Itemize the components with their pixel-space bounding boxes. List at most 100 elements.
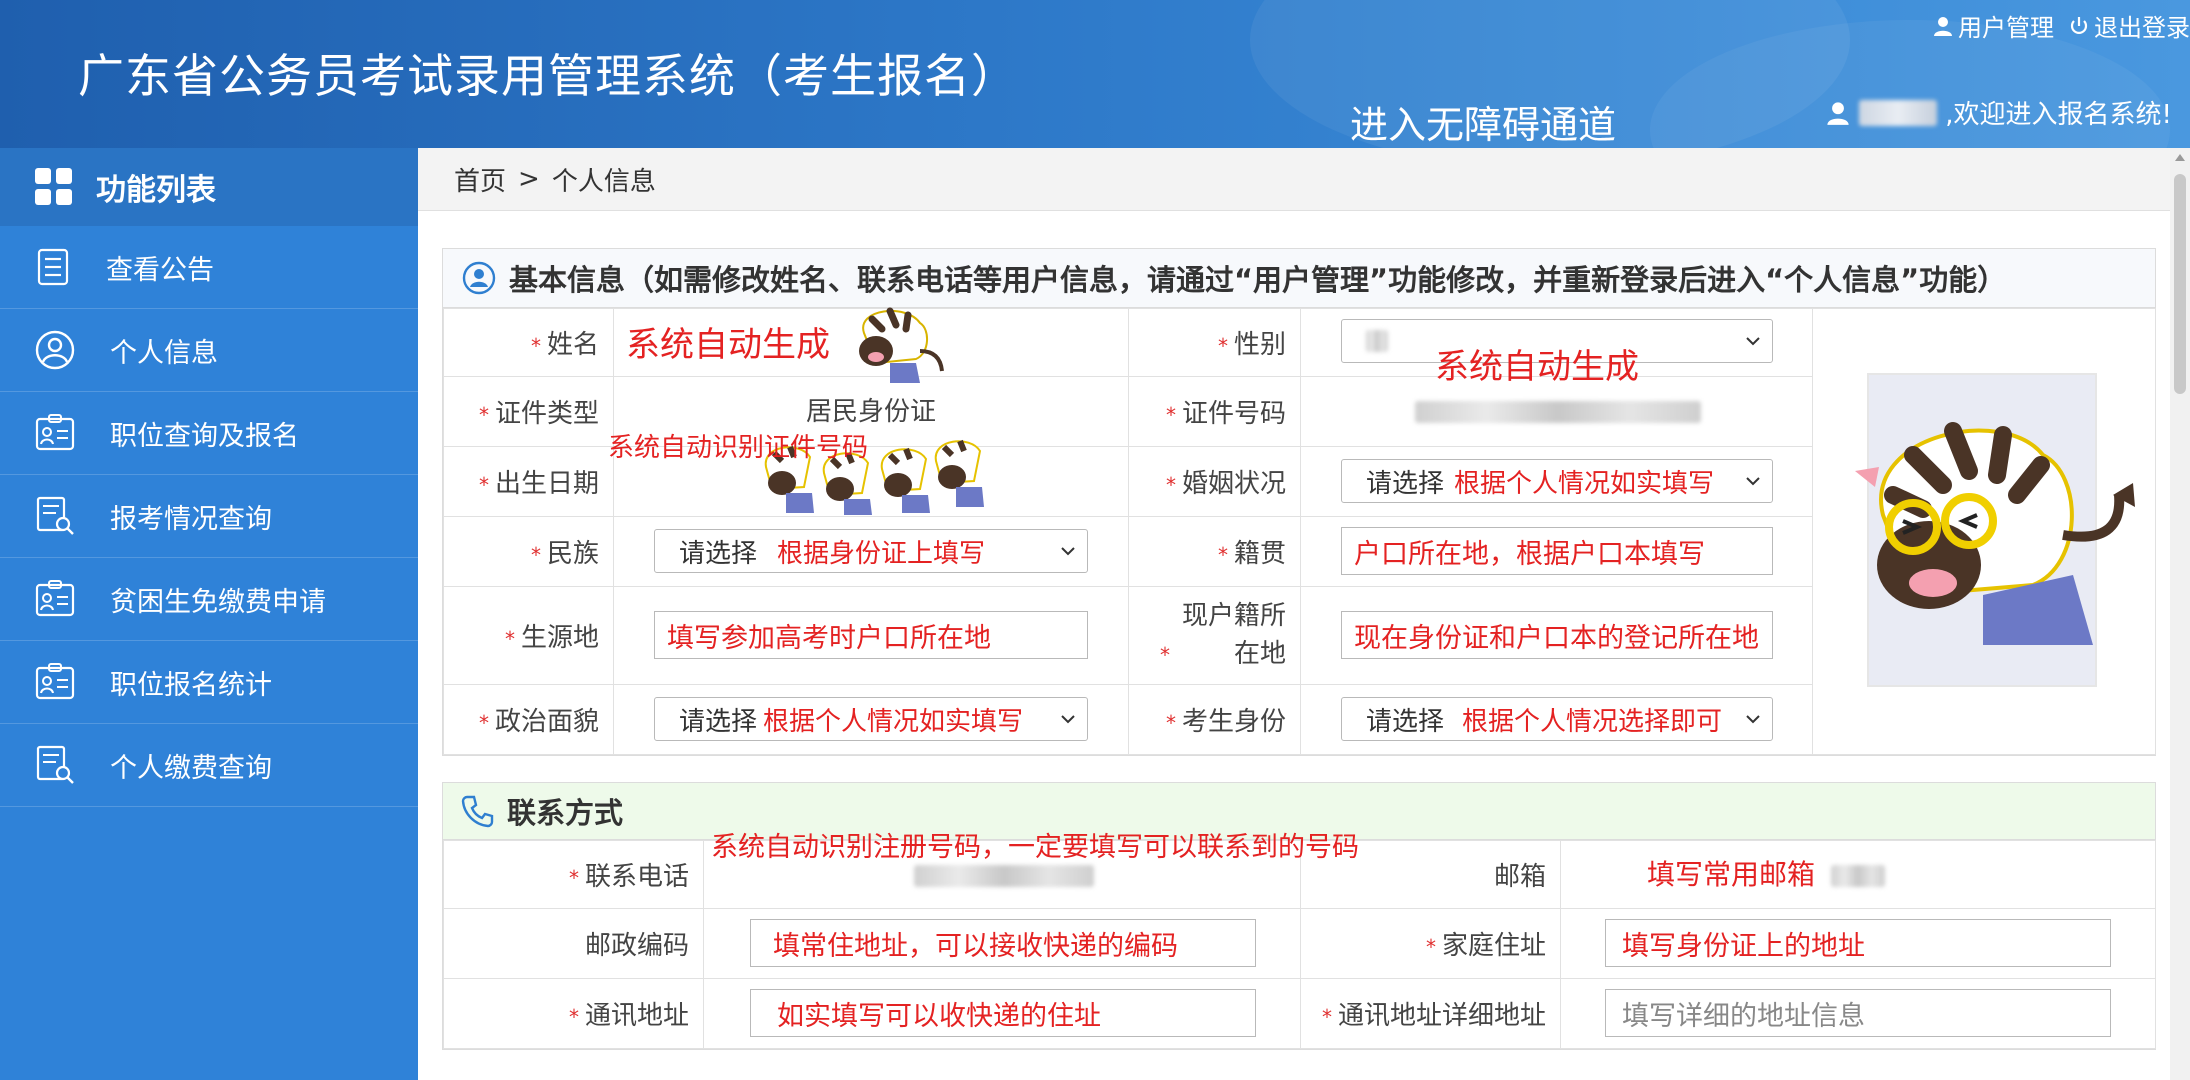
- mail-detail-label: * 通讯地址详细地址: [1300, 978, 1561, 1049]
- hukou-note: 现在身份证和户口本的登记所在地: [1354, 622, 1759, 654]
- home-address-label: * 家庭住址: [1300, 908, 1561, 979]
- political-note: 根据个人情况如实填写: [763, 706, 1024, 737]
- scroll-up-icon[interactable]: [2175, 154, 2185, 161]
- sidebar-item-fee-waiver[interactable]: 贫困生免缴费申请: [0, 558, 418, 641]
- postcode-input[interactable]: 填常住地址，可以接收快递的编码: [750, 919, 1256, 967]
- blurred-username: [1859, 99, 1938, 126]
- mail-detail-input[interactable]: 填写详细的地址信息: [1605, 989, 2111, 1037]
- user-icon: [1827, 101, 1849, 125]
- basic-info-panel: 基本信息（如需修改姓名、联系电话等用户信息，请通过“用户管理”功能修改，并重新登…: [442, 248, 2156, 756]
- breadcrumb-home[interactable]: 首页: [454, 161, 506, 198]
- mail-address-note: 如实填写可以收快递的住址: [777, 1000, 1101, 1032]
- gender-cell: 系统自动生成: [1300, 308, 1813, 387]
- basic-info-header: 基本信息（如需修改姓名、联系电话等用户信息，请通过“用户管理”功能修改，并重新登…: [443, 249, 2155, 308]
- breadcrumb-current: 个人信息: [551, 166, 656, 197]
- hukou-input[interactable]: 现在身份证和户口本的登记所在地: [1341, 611, 1773, 659]
- postcode-cell: 填常住地址，可以接收快递的编码: [703, 908, 1301, 979]
- sidebar-header: 功能列表: [0, 148, 418, 226]
- identity-select[interactable]: 请选择 根据个人情况选择即可: [1341, 697, 1773, 741]
- sidebar-item-label: 查看公告: [106, 254, 214, 286]
- sidebar-item-label: 个人信息: [110, 337, 218, 369]
- identity-cell: 请选择 根据个人情况选择即可: [1300, 684, 1813, 755]
- ethnic-label: * 民族: [443, 516, 614, 587]
- sidebar-item-personal-info[interactable]: 个人信息: [0, 309, 418, 392]
- doc-search-icon: [36, 496, 74, 535]
- sidebar-item-payment-query[interactable]: 个人缴费查询: [0, 724, 418, 807]
- contact-panel: 联系方式 系统自动识别注册号码，一定要填写可以联系到的号码 * 联系电话 邮箱 填…: [442, 782, 2156, 1050]
- mail-address-label: * 通讯地址: [443, 978, 704, 1049]
- mail-address-cell: 如实填写可以收快递的住址: [703, 978, 1301, 1049]
- identity-label: * 考生身份: [1128, 684, 1301, 755]
- sidebar-item-job-search[interactable]: 职位查询及报名: [0, 392, 418, 475]
- sidebar-title: 功能列表: [96, 173, 216, 208]
- ethnic-note: 根据身份证上填写: [777, 538, 986, 569]
- form-row: 邮政编码 填常住地址，可以接收快递的编码 * 家庭住址 填写身份证上的地址: [443, 908, 2156, 979]
- header: 广东省公务员考试录用管理系统（考生报名） 用户管理 退出登录 进入无障碍通道 ,…: [0, 0, 2190, 148]
- marital-note: 根据个人情况如实填写: [1454, 468, 1715, 499]
- user-circle-icon: [35, 330, 75, 370]
- accessibility-link[interactable]: 进入无障碍通道: [1350, 94, 1616, 148]
- phone-label: * 联系电话: [443, 840, 704, 909]
- mail-detail-placeholder: 填写详细的地址信息: [1622, 1000, 1865, 1032]
- marital-cell: 请选择 根据个人情况如实填写: [1300, 446, 1813, 517]
- sidebar: 功能列表 查看公告 个人信息 职位查询及报名 报考情况查询 贫困生免缴费申请 职…: [0, 148, 418, 1080]
- app-title: 广东省公务员考试录用管理系统（考生报名）: [78, 49, 1018, 103]
- zebra-sticker-icon: [1855, 422, 2135, 645]
- political-select[interactable]: 请选择 根据个人情况如实填写: [654, 697, 1088, 741]
- chevron-down-icon: [1061, 547, 1075, 556]
- scrollbar[interactable]: [2170, 148, 2190, 1080]
- native-place-input[interactable]: 户口所在地，根据户口本填写: [1341, 527, 1773, 575]
- ethnic-select[interactable]: 请选择 根据身份证上填写: [654, 529, 1088, 573]
- gender-label: * 性别: [1128, 308, 1301, 377]
- idtype-value: 居民身份证: [805, 397, 936, 427]
- name-cell: 系统自动生成: [613, 307, 1129, 383]
- chevron-down-icon: [1746, 715, 1760, 724]
- identity-note: 根据个人情况选择即可: [1462, 706, 1723, 737]
- sidebar-item-label: 个人缴费查询: [110, 752, 272, 784]
- contact-top-note: 系统自动识别注册号码，一定要填写可以联系到的号码: [711, 832, 1359, 863]
- zebra-sticker-icon: [859, 307, 944, 383]
- sidebar-item-announcements[interactable]: 查看公告: [0, 226, 418, 309]
- form-row: * 通讯地址 如实填写可以收快递的住址 * 通讯地址详细地址 填写详细的地址信息: [443, 978, 2156, 1049]
- idtype-cell: 居民身份证 系统自动识别证件号码: [608, 376, 1129, 463]
- basic-info-title: 基本信息（如需修改姓名、联系电话等用户信息，请通过“用户管理”功能修改，并重新登…: [509, 263, 2007, 297]
- welcome-message: ,欢迎进入报名系统!: [1825, 94, 2172, 131]
- name-label: * 姓名: [443, 308, 614, 377]
- hukou-label: *现户籍所在地: [1128, 586, 1301, 685]
- user-icon: [1934, 16, 1952, 36]
- contact-title: 联系方式: [507, 796, 624, 830]
- photo-frame: [1855, 373, 2135, 687]
- mail-address-input[interactable]: 如实填写可以收快递的住址: [750, 989, 1256, 1037]
- native-label: * 籍贯: [1128, 516, 1301, 587]
- phone-icon: [461, 795, 494, 828]
- chevron-down-icon: [1061, 715, 1075, 724]
- photo-cell: [1812, 308, 2156, 755]
- top-links: 用户管理 退出登录: [1932, 8, 2190, 43]
- email-cell: 填写常用邮箱: [1560, 840, 2156, 909]
- doc-search-icon: [36, 745, 74, 784]
- id-card-icon: [35, 580, 75, 617]
- form-row: * 姓名 系统自动生成 * 性别 系统自动生成: [443, 307, 2156, 755]
- marital-select[interactable]: 请选择 根据个人情况如实填写: [1341, 459, 1773, 503]
- sidebar-item-application-status[interactable]: 报考情况查询: [0, 475, 418, 558]
- email-note: 填写常用邮箱: [1647, 858, 1816, 891]
- chevron-down-icon: [1746, 337, 1760, 346]
- sidebar-item-label: 职位报名统计: [110, 669, 272, 701]
- mail-detail-cell: 填写详细的地址信息: [1560, 978, 2156, 1049]
- native-note: 户口所在地，根据户口本填写: [1354, 538, 1705, 570]
- idno-note: 系统自动识别证件号码: [608, 433, 869, 463]
- political-label: * 政治面貌: [443, 684, 614, 755]
- idno-label: * 证件号码: [1128, 376, 1301, 447]
- idtype-label: * 证件类型: [443, 376, 614, 447]
- logout-link[interactable]: 退出登录: [2068, 8, 2190, 43]
- blurred-id-number: [1415, 401, 1701, 423]
- blurred-phone: [914, 865, 1094, 887]
- list-icon: [37, 248, 69, 286]
- scrollbar-thumb[interactable]: [2174, 174, 2186, 394]
- sidebar-item-job-statistics[interactable]: 职位报名统计: [0, 641, 418, 724]
- origin-label: * 生源地: [443, 586, 614, 685]
- origin-input[interactable]: 填写参加高考时户口所在地: [654, 611, 1088, 659]
- sidebar-item-label: 贫困生免缴费申请: [110, 586, 326, 618]
- user-management-link[interactable]: 用户管理: [1932, 8, 2054, 43]
- home-address-input[interactable]: 填写身份证上的地址: [1605, 919, 2111, 967]
